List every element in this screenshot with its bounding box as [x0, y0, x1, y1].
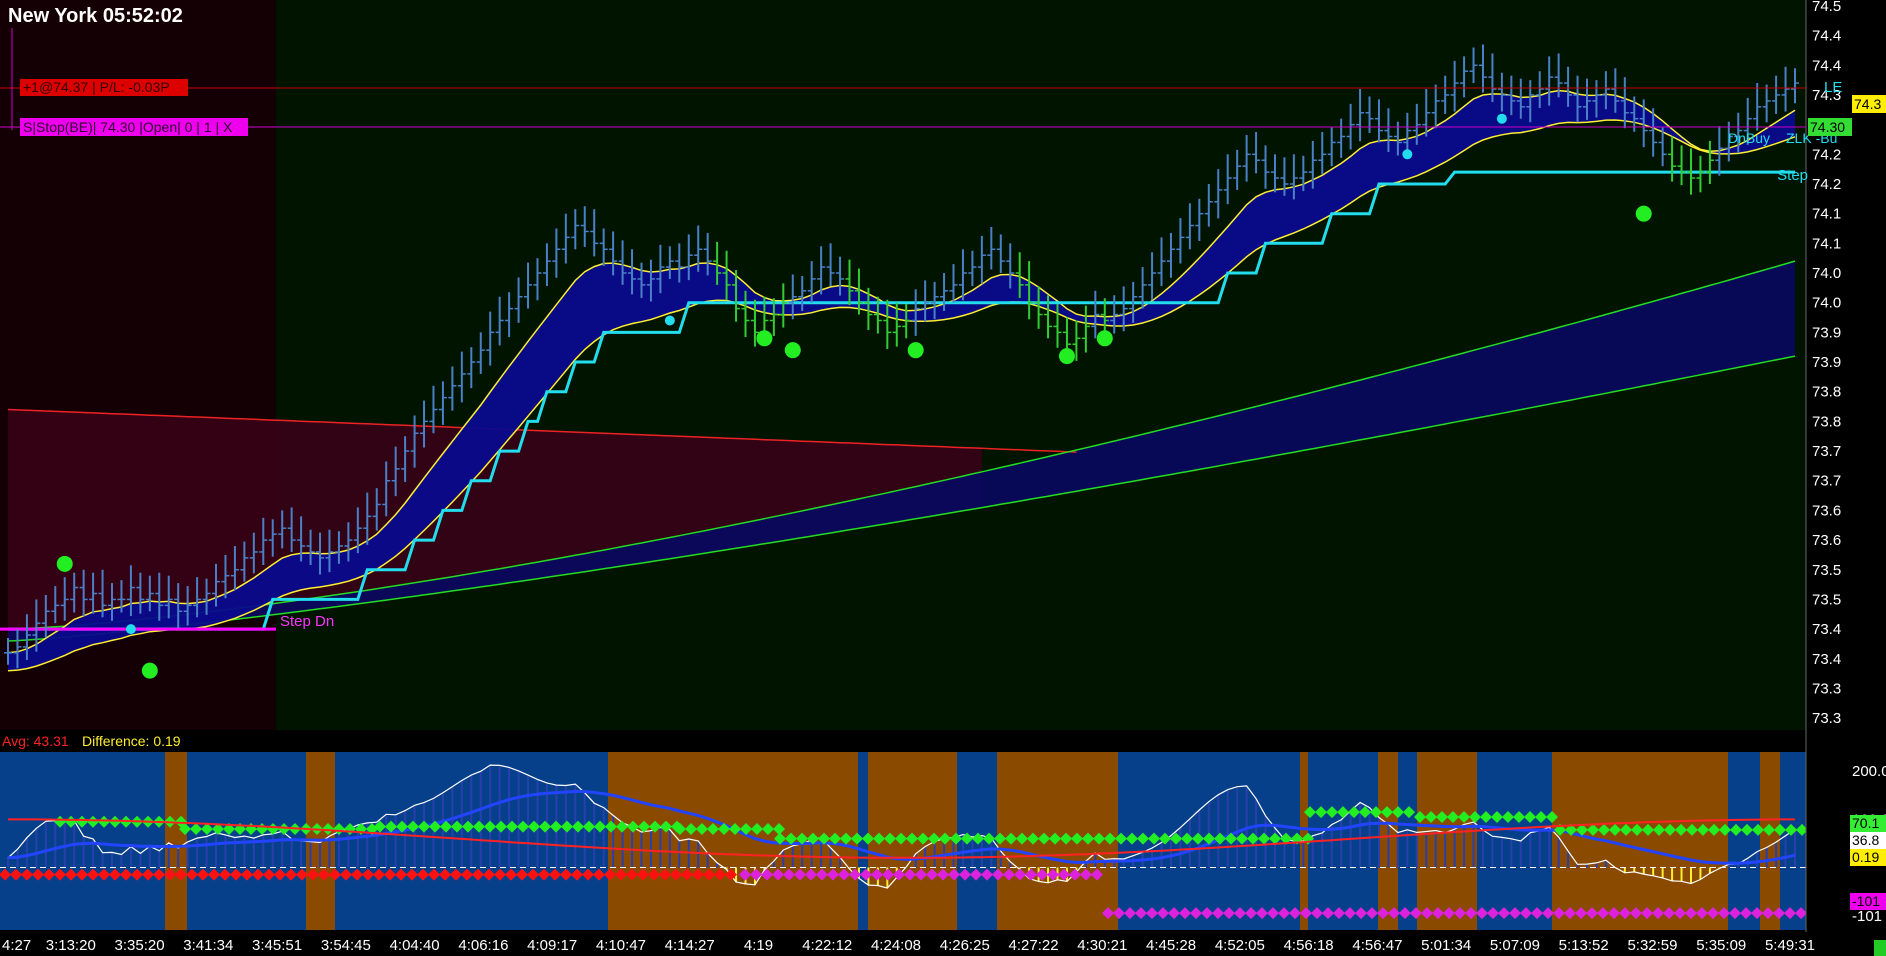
time-tick-label: 5:35:09 [1696, 937, 1746, 954]
time-tick-label: 4:06:16 [458, 937, 508, 954]
time-tick-label: 5:32:59 [1627, 937, 1677, 954]
cyan-signal-dot [664, 315, 675, 326]
step-dn-label: Step Dn [280, 613, 334, 630]
price-tick-label: 73.7 [1812, 443, 1841, 460]
time-tick-label: 4:09:17 [527, 937, 577, 954]
stop-price-text: 74.30 [1810, 119, 1845, 135]
oscillator-block [1552, 752, 1728, 930]
price-tick-label: 73.9 [1812, 354, 1841, 371]
time-tick-label: 4:56:18 [1284, 937, 1334, 954]
dnbuy-label: DnBuy [1728, 130, 1770, 146]
price-tick-label: 73.4 [1812, 651, 1841, 668]
oscillator-block [165, 752, 187, 930]
time-tick-label: 4:14:27 [665, 937, 715, 954]
osc-badge-3-text: 0.19 [1852, 849, 1879, 865]
osc-tick-label: 200.0 [1852, 763, 1886, 780]
oscillator-block [1477, 752, 1552, 930]
signal-dot [784, 342, 801, 359]
oscillator-block [1728, 752, 1760, 930]
trading-chart: 74.574.474.474.374.374.274.274.174.174.0… [0, 0, 1886, 956]
time-tick-label: 4:27 [2, 937, 31, 954]
signal-dot [1096, 330, 1113, 347]
oscillator-layer [0, 752, 1806, 930]
price-tick-label: 73.3 [1812, 710, 1841, 727]
time-tick-label: 4:26:25 [940, 937, 990, 954]
price-tick-label: 74.1 [1812, 235, 1841, 252]
time-tick-label: 5:01:34 [1421, 937, 1471, 954]
price-tick-label: 73.6 [1812, 502, 1841, 519]
indicator-difference: Difference: 0.19 [82, 733, 181, 749]
time-tick-label: 3:45:51 [252, 937, 302, 954]
time-tick-label: 3:35:20 [115, 937, 165, 954]
signal-dot [1058, 348, 1075, 365]
price-tick-label: 74.2 [1812, 146, 1841, 163]
time-tick-label: 5:13:52 [1559, 937, 1609, 954]
osc-badge-2-text: 36.8 [1852, 832, 1879, 848]
time-tick-label: 4:56:47 [1352, 937, 1402, 954]
oscillator-block [1780, 752, 1806, 930]
cyan-signal-dot [125, 624, 136, 635]
time-tick-label: 4:19 [744, 937, 773, 954]
price-tick-label: 74.4 [1812, 57, 1841, 74]
cyan-signal-dot [1496, 113, 1507, 124]
price-tick-label: 74.5 [1812, 0, 1841, 15]
time-tick-label: 4:52:05 [1215, 937, 1265, 954]
time-tick-label: 3:13:20 [46, 937, 96, 954]
price-tick-label: 73.6 [1812, 532, 1841, 549]
time-tick-label: 5:07:09 [1490, 937, 1540, 954]
cyan-signal-dot [1402, 149, 1413, 160]
time-tick-label: 5:49:31 [1765, 937, 1815, 954]
price-tick-label: 74.0 [1812, 265, 1841, 282]
osc-badge-1-text: 70.1 [1852, 815, 1879, 831]
step-label: Step [1777, 167, 1808, 184]
price-tick-label: 73.7 [1812, 473, 1841, 490]
price-tick-label: 73.8 [1812, 413, 1841, 430]
time-tick-label: 4:10:47 [596, 937, 646, 954]
last-price-text: 74.3 [1854, 96, 1881, 112]
time-tick-label: 4:04:40 [390, 937, 440, 954]
price-tick-label: 73.5 [1812, 562, 1841, 579]
price-tick-label: 73.4 [1812, 621, 1841, 638]
le-label: LE [1824, 79, 1842, 96]
osc-tick-label: -101 [1852, 908, 1882, 925]
indicator-avg: Avg: 43.31 [2, 733, 69, 749]
time-tick-label: 3:54:45 [321, 937, 371, 954]
price-tick-label: 73.3 [1812, 680, 1841, 697]
price-tick-label: 73.5 [1812, 591, 1841, 608]
signal-dot [1635, 205, 1652, 222]
price-tick-label: 73.9 [1812, 324, 1841, 341]
osc-badge-4-text: -101 [1852, 893, 1880, 909]
time-tick-label: 4:22:12 [802, 937, 852, 954]
price-tick-label: 74.2 [1812, 176, 1841, 193]
stop-tag-text: S|Stop(BE)| 74.30 |Open| 0 | 1 | X [23, 119, 233, 135]
position-tag-text: +1@74.37 | P/L: -0.03P [23, 79, 170, 95]
time-tick-label: 3:41:34 [183, 937, 233, 954]
clock-title: New York 05:52:02 [8, 5, 183, 27]
time-tick-label: 4:27:22 [1009, 937, 1059, 954]
time-tick-label: 4:45:28 [1146, 937, 1196, 954]
price-tick-label: 73.8 [1812, 384, 1841, 401]
signal-dot [756, 330, 773, 347]
price-tick-label: 74.0 [1812, 295, 1841, 312]
price-tick-label: 74.4 [1812, 28, 1841, 45]
corner-status [1874, 940, 1886, 956]
time-tick-label: 4:24:08 [871, 937, 921, 954]
signal-dot [141, 662, 158, 679]
signal-dot [56, 555, 73, 572]
signal-dot [907, 342, 924, 359]
time-tick-label: 4:30:21 [1077, 937, 1127, 954]
price-tick-label: 74.1 [1812, 206, 1841, 223]
